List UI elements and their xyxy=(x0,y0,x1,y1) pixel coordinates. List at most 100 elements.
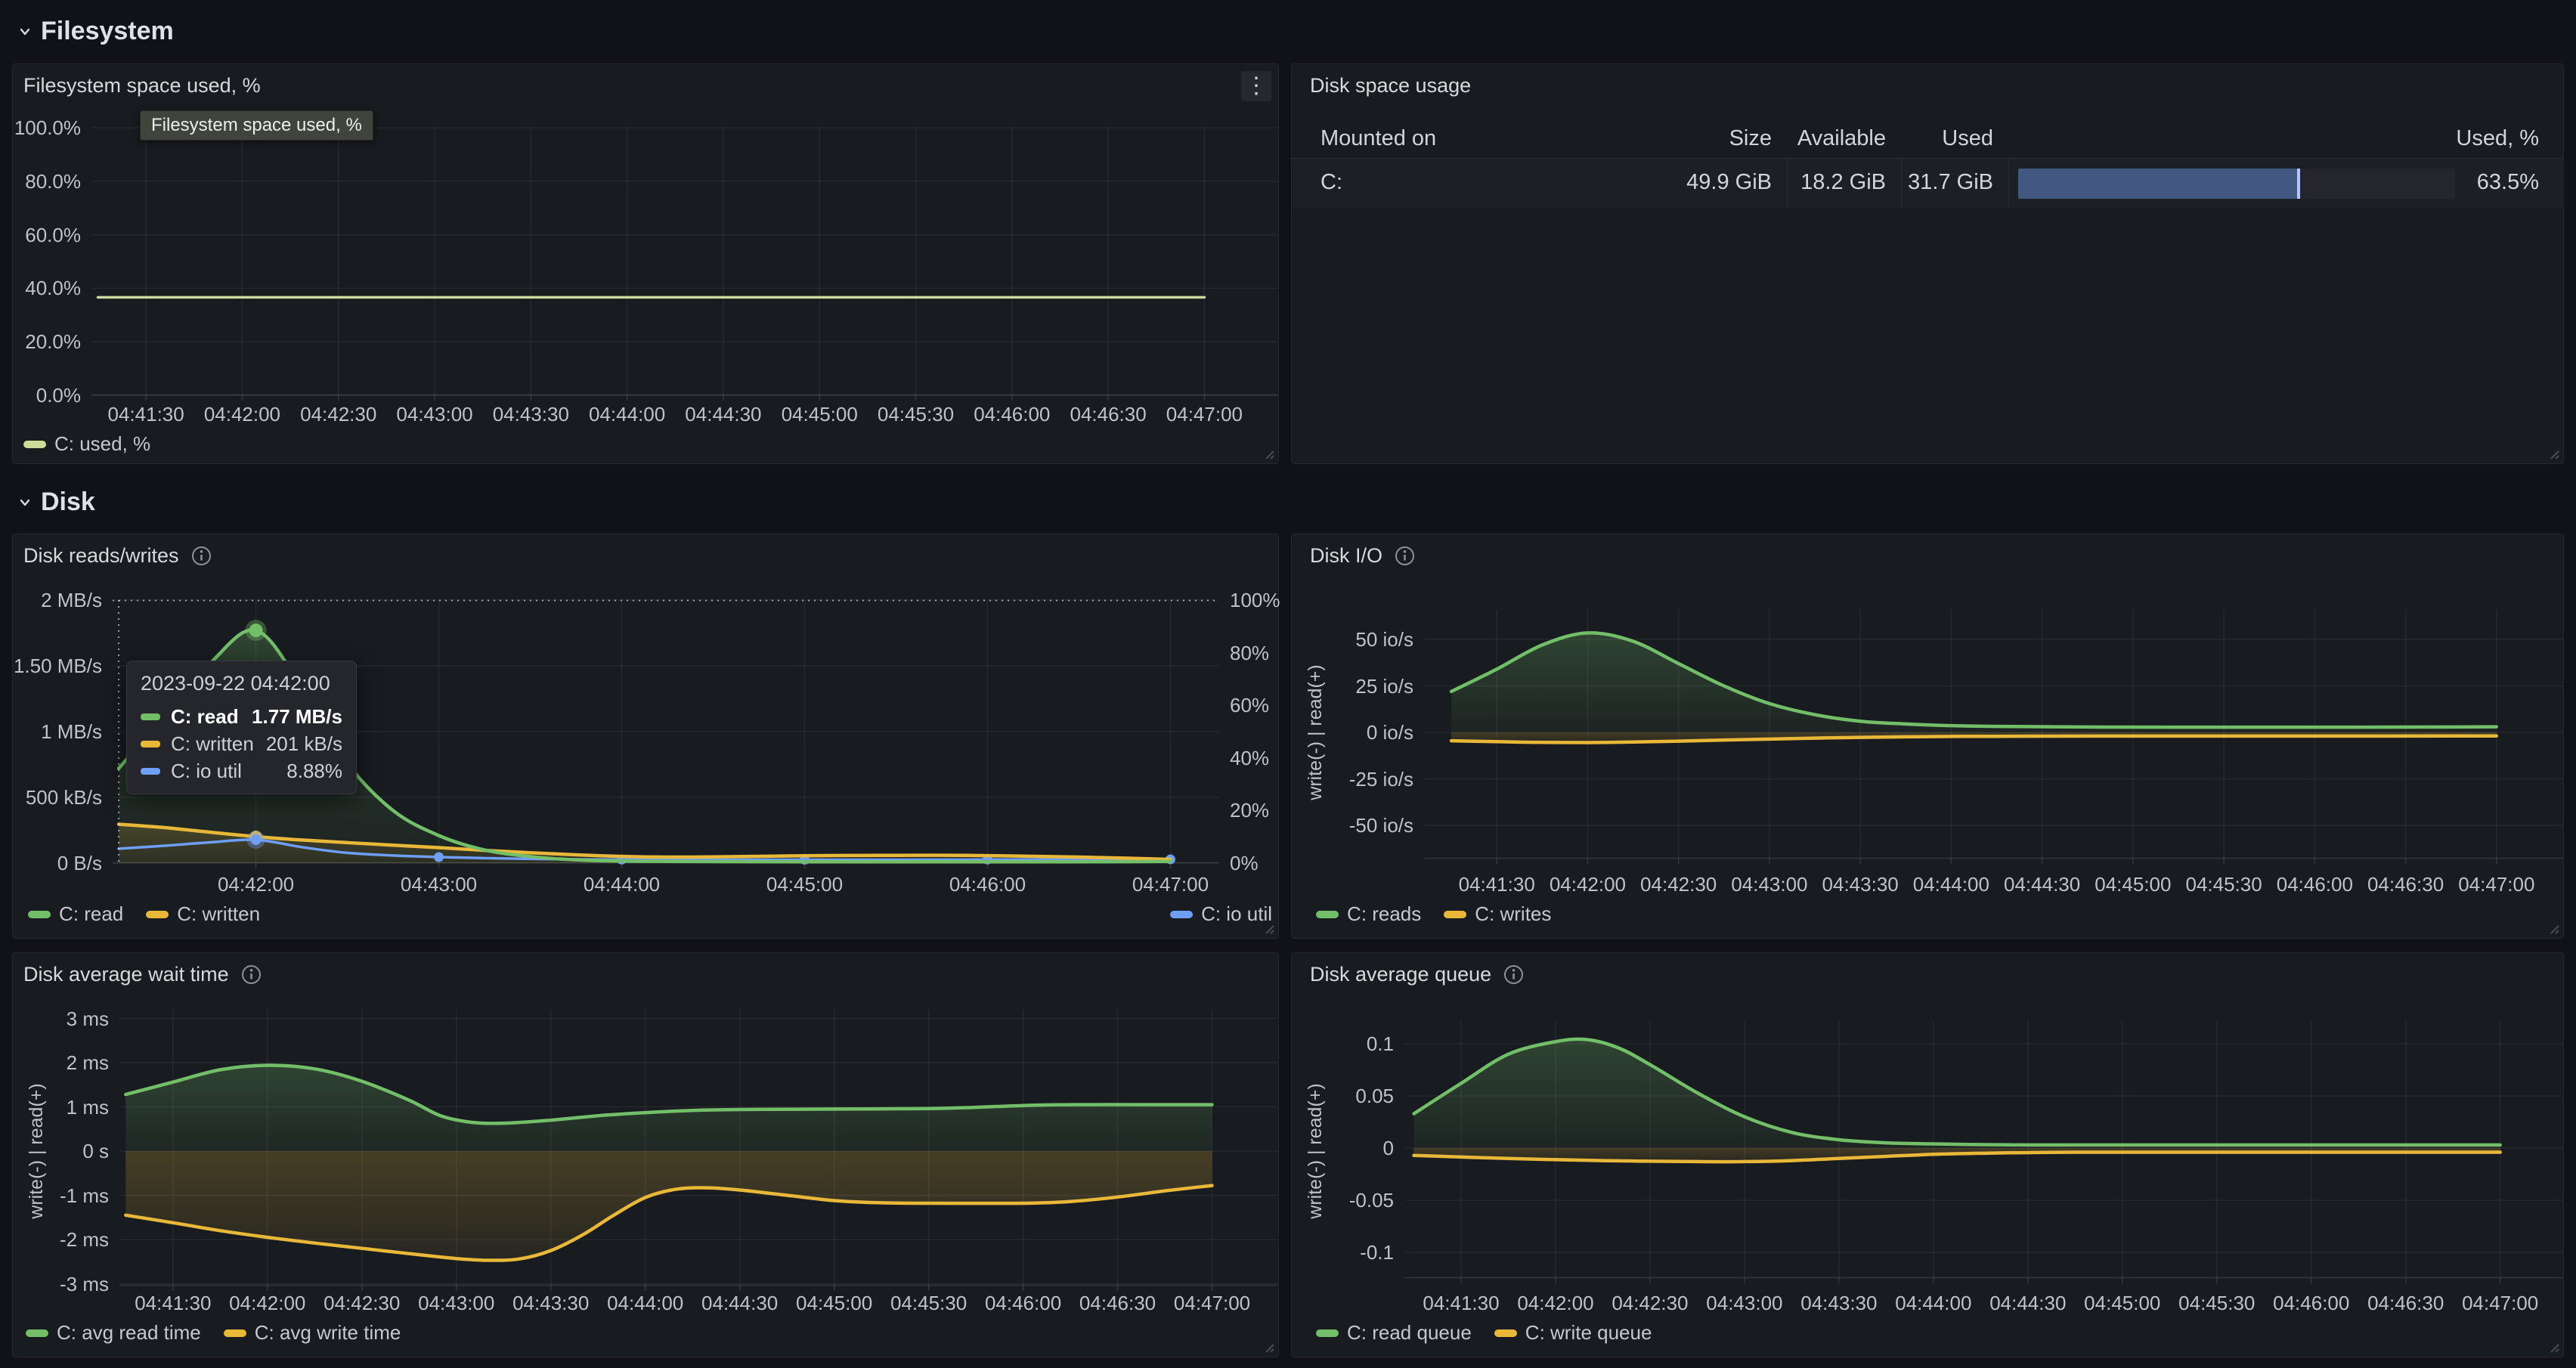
y-axis-tick-label: 0 s xyxy=(0,1140,109,1162)
resize-handle-icon[interactable] xyxy=(2545,920,2560,935)
resize-handle-icon[interactable] xyxy=(1260,920,1275,935)
x-axis-tick-label: 04:43:00 xyxy=(379,873,500,896)
series-swatch xyxy=(23,441,46,448)
grafana-dashboard: Filesystem Filesystem space used, % ⋮ Fi… xyxy=(0,0,2576,1368)
legend-label: C: reads xyxy=(1347,902,1421,926)
y-axis-tick-label: 0.1 xyxy=(1273,1032,1394,1055)
kebab-icon: ⋮ xyxy=(1245,73,1268,98)
chart-wait[interactable] xyxy=(119,1010,1278,1286)
info-icon[interactable] xyxy=(191,546,212,566)
legend-item[interactable]: C: written xyxy=(146,902,260,926)
y-axis-tick-label: -50 io/s xyxy=(1293,814,1413,837)
y-axis-tick-label: -25 io/s xyxy=(1293,768,1413,791)
cell-divider xyxy=(2008,159,2009,208)
legend-item[interactable]: C: avg write time xyxy=(224,1321,401,1345)
x-axis-tick-label: 04:47:00 xyxy=(2436,873,2557,896)
legend-item[interactable]: C: writes xyxy=(1444,902,1551,926)
chevron-down-icon xyxy=(17,23,33,40)
column-header-used[interactable]: Used xyxy=(1842,126,1993,150)
series-swatch xyxy=(1444,911,1466,918)
x-axis-tick-label: 04:47:00 xyxy=(2440,1292,2561,1314)
y-axis-tick-label: 100.0% xyxy=(0,116,81,139)
cell-used: 31.7 GiB xyxy=(1842,170,1993,194)
y-axis-tick-label: 0 io/s xyxy=(1293,721,1413,744)
legend-item[interactable]: C: used, % xyxy=(23,432,150,456)
legend-item[interactable]: C: avg read time xyxy=(26,1321,201,1345)
panel-disk-space-usage: Disk space usage Mounted on Size Availab… xyxy=(1291,63,2564,464)
tooltip-row: C: read1.77 MB/s xyxy=(141,703,342,730)
y-axis-tick-label: 25 io/s xyxy=(1293,675,1413,698)
legend-label: C: writes xyxy=(1475,902,1551,926)
tooltip-timestamp: 2023-09-22 04:42:00 xyxy=(141,672,342,695)
chart-tooltip: 2023-09-22 04:42:00 C: read1.77 MB/s C: … xyxy=(126,661,357,794)
legend-item[interactable]: C: reads xyxy=(1316,902,1421,926)
y-axis-tick-label: -0.05 xyxy=(1273,1189,1394,1212)
y-axis-tick-label: 40.0% xyxy=(0,277,81,299)
legend: C: read C: written xyxy=(28,902,260,926)
x-axis-tick-label: 04:47:00 xyxy=(1110,873,1231,896)
y-axis-tick-label: 1 ms xyxy=(0,1096,109,1119)
legend-item[interactable]: C: write queue xyxy=(1494,1321,1652,1345)
legend-right: C: io util xyxy=(1170,902,1272,926)
x-axis-tick-label: 04:45:00 xyxy=(745,873,865,896)
tooltip-row: C: io util8.88% xyxy=(141,757,342,785)
section-header-disk[interactable]: Disk xyxy=(17,487,95,517)
panel-filesystem-space-used: Filesystem space used, % ⋮ Filesystem sp… xyxy=(12,63,1279,464)
section-label: Filesystem xyxy=(41,17,174,46)
y-axis-tick-label: 2 MB/s xyxy=(0,589,102,611)
series-swatch xyxy=(224,1329,246,1337)
legend-item[interactable]: C: io util xyxy=(1170,902,1272,926)
x-axis-tick-label: 04:46:00 xyxy=(927,873,1048,896)
legend-label: C: read queue xyxy=(1347,1321,1472,1345)
y-axis-tick-label: -1 ms xyxy=(0,1184,109,1207)
y-axis-tick-label: 1.50 MB/s xyxy=(0,655,102,677)
y-axis-tick-label: 3 ms xyxy=(0,1007,109,1030)
info-icon[interactable] xyxy=(1503,964,1524,985)
panel-title: Disk average wait time xyxy=(23,963,262,986)
y-axis-tick-label: -3 ms xyxy=(0,1273,109,1295)
panel-title: Filesystem space used, % xyxy=(23,74,261,97)
legend-label: C: written xyxy=(177,902,260,926)
legend: C: read queue C: write queue xyxy=(1316,1321,1652,1345)
y-axis-tick-label: -0.1 xyxy=(1273,1241,1394,1264)
x-axis-tick-label: 04:47:00 xyxy=(1144,403,1265,426)
chevron-down-icon xyxy=(17,494,33,511)
series-swatch xyxy=(1170,911,1193,918)
resize-handle-icon[interactable] xyxy=(1260,1339,1275,1354)
y-axis-tick-label: 0.0% xyxy=(0,384,81,407)
y-axis-tick-label: 20.0% xyxy=(0,330,81,353)
legend-label: C: avg write time xyxy=(255,1321,401,1345)
y-axis-tick-label: 1 MB/s xyxy=(0,720,102,743)
y-axis-tick-label: 0 B/s xyxy=(0,852,102,874)
chart-fs[interactable] xyxy=(91,128,1278,395)
x-axis-tick-label: 04:42:00 xyxy=(196,873,317,896)
series-swatch xyxy=(141,713,160,720)
legend: C: reads C: writes xyxy=(1316,902,1551,926)
resize-handle-icon[interactable] xyxy=(2545,1339,2560,1354)
series-swatch xyxy=(141,768,160,775)
y-axis-tick-label: 2 ms xyxy=(0,1051,109,1074)
resize-handle-icon[interactable] xyxy=(2545,445,2560,460)
y-axis-tick-label: 0.05 xyxy=(1273,1085,1394,1107)
series-swatch xyxy=(1494,1329,1517,1337)
info-icon[interactable] xyxy=(241,964,262,985)
x-axis-tick-label: 04:47:00 xyxy=(1152,1292,1273,1314)
panel-menu-button[interactable]: ⋮ xyxy=(1241,71,1271,101)
column-header-used-pct[interactable]: Used, % xyxy=(2388,126,2539,150)
chart-io[interactable] xyxy=(1424,610,2563,859)
legend-item[interactable]: C: read queue xyxy=(1316,1321,1472,1345)
series-swatch xyxy=(1316,1329,1339,1337)
info-icon[interactable] xyxy=(1395,546,1415,566)
column-header-mounted-on[interactable]: Mounted on xyxy=(1321,126,1623,150)
chart-queue[interactable] xyxy=(1404,1021,2563,1278)
legend: C: used, % xyxy=(23,432,150,456)
section-header-filesystem[interactable]: Filesystem xyxy=(17,17,174,46)
legend-item[interactable]: C: read xyxy=(28,902,123,926)
resize-handle-icon[interactable] xyxy=(1260,445,1275,460)
y-axis-tick-label: 0 xyxy=(1273,1137,1394,1159)
used-space-gauge-fill xyxy=(2018,169,2300,199)
series-swatch xyxy=(1316,911,1339,918)
tooltip-row: C: written201 kB/s xyxy=(141,730,342,757)
cell-used-pct: 63.5% xyxy=(2388,170,2539,194)
legend: C: avg read time C: avg write time xyxy=(26,1321,401,1345)
